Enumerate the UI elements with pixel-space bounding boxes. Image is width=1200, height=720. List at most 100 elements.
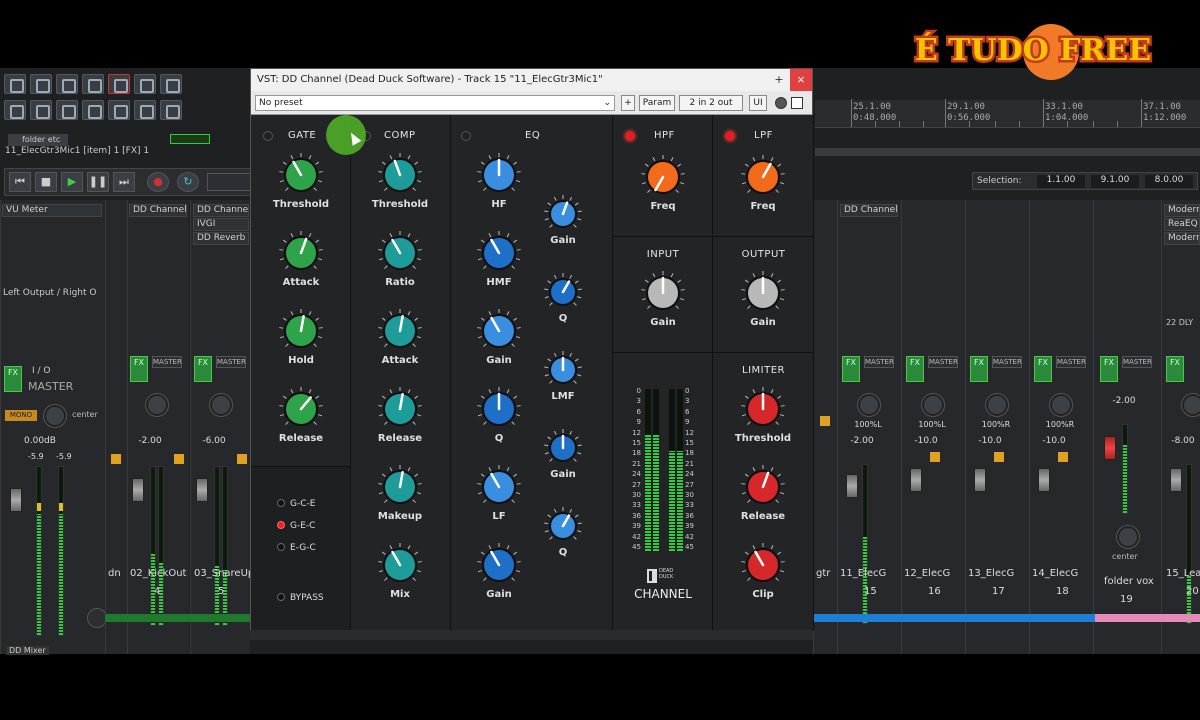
folder-label[interactable]: folder etc: [8, 134, 68, 146]
master-pan-knob[interactable]: [44, 405, 66, 427]
pause-button[interactable]: ❚❚: [87, 172, 109, 192]
fx-button[interactable]: FX: [906, 356, 924, 382]
track-volume[interactable]: -6.00: [196, 436, 232, 446]
fx-slot[interactable]: DD Channel: [840, 204, 898, 217]
track-fader[interactable]: [1104, 436, 1116, 460]
fx-slot[interactable]: Modern: [1164, 204, 1200, 217]
comp-threshold-knob[interactable]: [377, 152, 423, 198]
eq-r-q-1-knob[interactable]: [543, 272, 583, 312]
track-name[interactable]: folder vox: [1104, 576, 1154, 587]
transport-mode[interactable]: [207, 173, 251, 191]
comp-makeup-knob[interactable]: [377, 464, 423, 510]
eq-lf-4-knob[interactable]: [476, 464, 522, 510]
eq-r-q-4-knob[interactable]: [543, 506, 583, 546]
master-fx-slot[interactable]: VU Meter: [2, 204, 102, 217]
master-send-button[interactable]: MASTER: [928, 356, 958, 368]
param-button[interactable]: Param: [639, 95, 675, 111]
track-volume[interactable]: -10.0: [906, 436, 946, 446]
eq-r-gain-3-knob[interactable]: [543, 428, 583, 468]
master-send-button[interactable]: MASTER: [1056, 356, 1086, 368]
eq-q-3-knob[interactable]: [476, 386, 522, 432]
track-name[interactable]: 14_ElecG: [1032, 568, 1092, 579]
track-fader[interactable]: [910, 468, 922, 492]
master-send-button[interactable]: MASTER: [152, 356, 182, 368]
marker-icon[interactable]: [108, 100, 130, 120]
track-volume[interactable]: -2.00: [1104, 396, 1144, 406]
add-preset-button[interactable]: +: [621, 95, 635, 111]
master-send-button[interactable]: MASTER: [216, 356, 246, 368]
open-icon[interactable]: [30, 74, 52, 94]
bypass-fx-icon[interactable]: [775, 97, 787, 109]
track-volume[interactable]: -10.0: [970, 436, 1010, 446]
render-icon[interactable]: [56, 74, 78, 94]
master-send-button[interactable]: MASTER: [1122, 356, 1152, 368]
pan-knob[interactable]: [210, 394, 232, 416]
hpf-freq-knob[interactable]: [640, 154, 686, 200]
settings-icon[interactable]: [82, 74, 104, 94]
hpf-led[interactable]: [625, 131, 635, 141]
loop-icon[interactable]: [108, 74, 130, 94]
comp-ratio-knob[interactable]: [377, 230, 423, 276]
plugin-scrollbar[interactable]: [250, 630, 813, 640]
fx-slot[interactable]: DD Reverb: [193, 232, 249, 245]
pin-icon[interactable]: +: [768, 69, 790, 91]
envelope-icon[interactable]: [30, 100, 52, 120]
preset-dropdown[interactable]: No preset ⌄: [255, 95, 615, 111]
eq-gain-5-knob[interactable]: [476, 542, 522, 588]
fx-button[interactable]: FX: [1034, 356, 1052, 382]
master-fx-button[interactable]: FX: [4, 366, 22, 392]
pan-knob[interactable]: [1050, 394, 1072, 416]
limiter-threshold-knob[interactable]: [740, 386, 786, 432]
track-name[interactable]: gtr: [816, 568, 830, 579]
eq-hmf-1-knob[interactable]: [476, 230, 522, 276]
gate-attack-knob[interactable]: [278, 230, 324, 276]
trim-icon[interactable]: [134, 100, 156, 120]
track-name[interactable]: dn: [108, 568, 121, 579]
track-name[interactable]: 12_ElecG: [904, 568, 964, 579]
enable-checkbox[interactable]: [791, 97, 803, 109]
gate-hold-knob[interactable]: [278, 308, 324, 354]
play-button[interactable]: ▶: [61, 172, 83, 192]
track-volume[interactable]: -2.00: [842, 436, 882, 446]
solo-button[interactable]: [111, 454, 121, 464]
master-fader[interactable]: [10, 488, 22, 512]
selection-length[interactable]: 8.0.00: [1145, 175, 1193, 188]
comp-mix-knob[interactable]: [377, 542, 423, 588]
track-fader[interactable]: [1170, 468, 1182, 492]
track-name[interactable]: 03_SnareUp: [194, 568, 250, 579]
fx-slot[interactable]: Modern: [1164, 232, 1200, 245]
fx-button[interactable]: FX: [842, 356, 860, 382]
output-gain-knob[interactable]: [740, 270, 786, 316]
track-fader[interactable]: [846, 474, 858, 498]
track-fader[interactable]: [132, 478, 144, 502]
fx-button[interactable]: FX: [130, 356, 148, 382]
track-volume[interactable]: -2.00: [132, 436, 168, 446]
fx-slot[interactable]: DD Channel: [193, 204, 249, 217]
save-icon[interactable]: [4, 74, 26, 94]
loop-button[interactable]: ↻: [177, 172, 199, 192]
master-volume[interactable]: 0.00dB: [24, 436, 56, 446]
io-button[interactable]: 2 in 2 out: [679, 95, 743, 111]
eq-led[interactable]: [461, 131, 471, 141]
auto-icon[interactable]: [160, 100, 182, 120]
track-name[interactable]: 11_ElecG: [840, 568, 900, 579]
track-name[interactable]: 02_KickOut: [130, 568, 186, 579]
lpf-freq-knob[interactable]: [740, 154, 786, 200]
lpf-led[interactable]: [725, 131, 735, 141]
eq-r-lmf-2-knob[interactable]: [543, 350, 583, 390]
fx-button[interactable]: FX: [1100, 356, 1118, 382]
fx-button[interactable]: FX: [1166, 356, 1184, 382]
eq-r-gain-0-knob[interactable]: [543, 194, 583, 234]
gate-release-knob[interactable]: [278, 386, 324, 432]
ui-button[interactable]: UI: [749, 95, 767, 111]
fx-button[interactable]: FX: [194, 356, 212, 382]
plugin-title[interactable]: VST: DD Channel (Dead Duck Software) - T…: [251, 69, 812, 91]
lock-icon[interactable]: [82, 100, 104, 120]
master-io[interactable]: I / O: [32, 366, 51, 376]
master-send-button[interactable]: MASTER: [992, 356, 1022, 368]
solo-button[interactable]: [930, 452, 940, 462]
track-fader[interactable]: [974, 468, 986, 492]
horizontal-scrollbar[interactable]: [815, 148, 1200, 156]
limiter-release-knob[interactable]: [740, 464, 786, 510]
master-extra-knob[interactable]: [87, 608, 107, 628]
